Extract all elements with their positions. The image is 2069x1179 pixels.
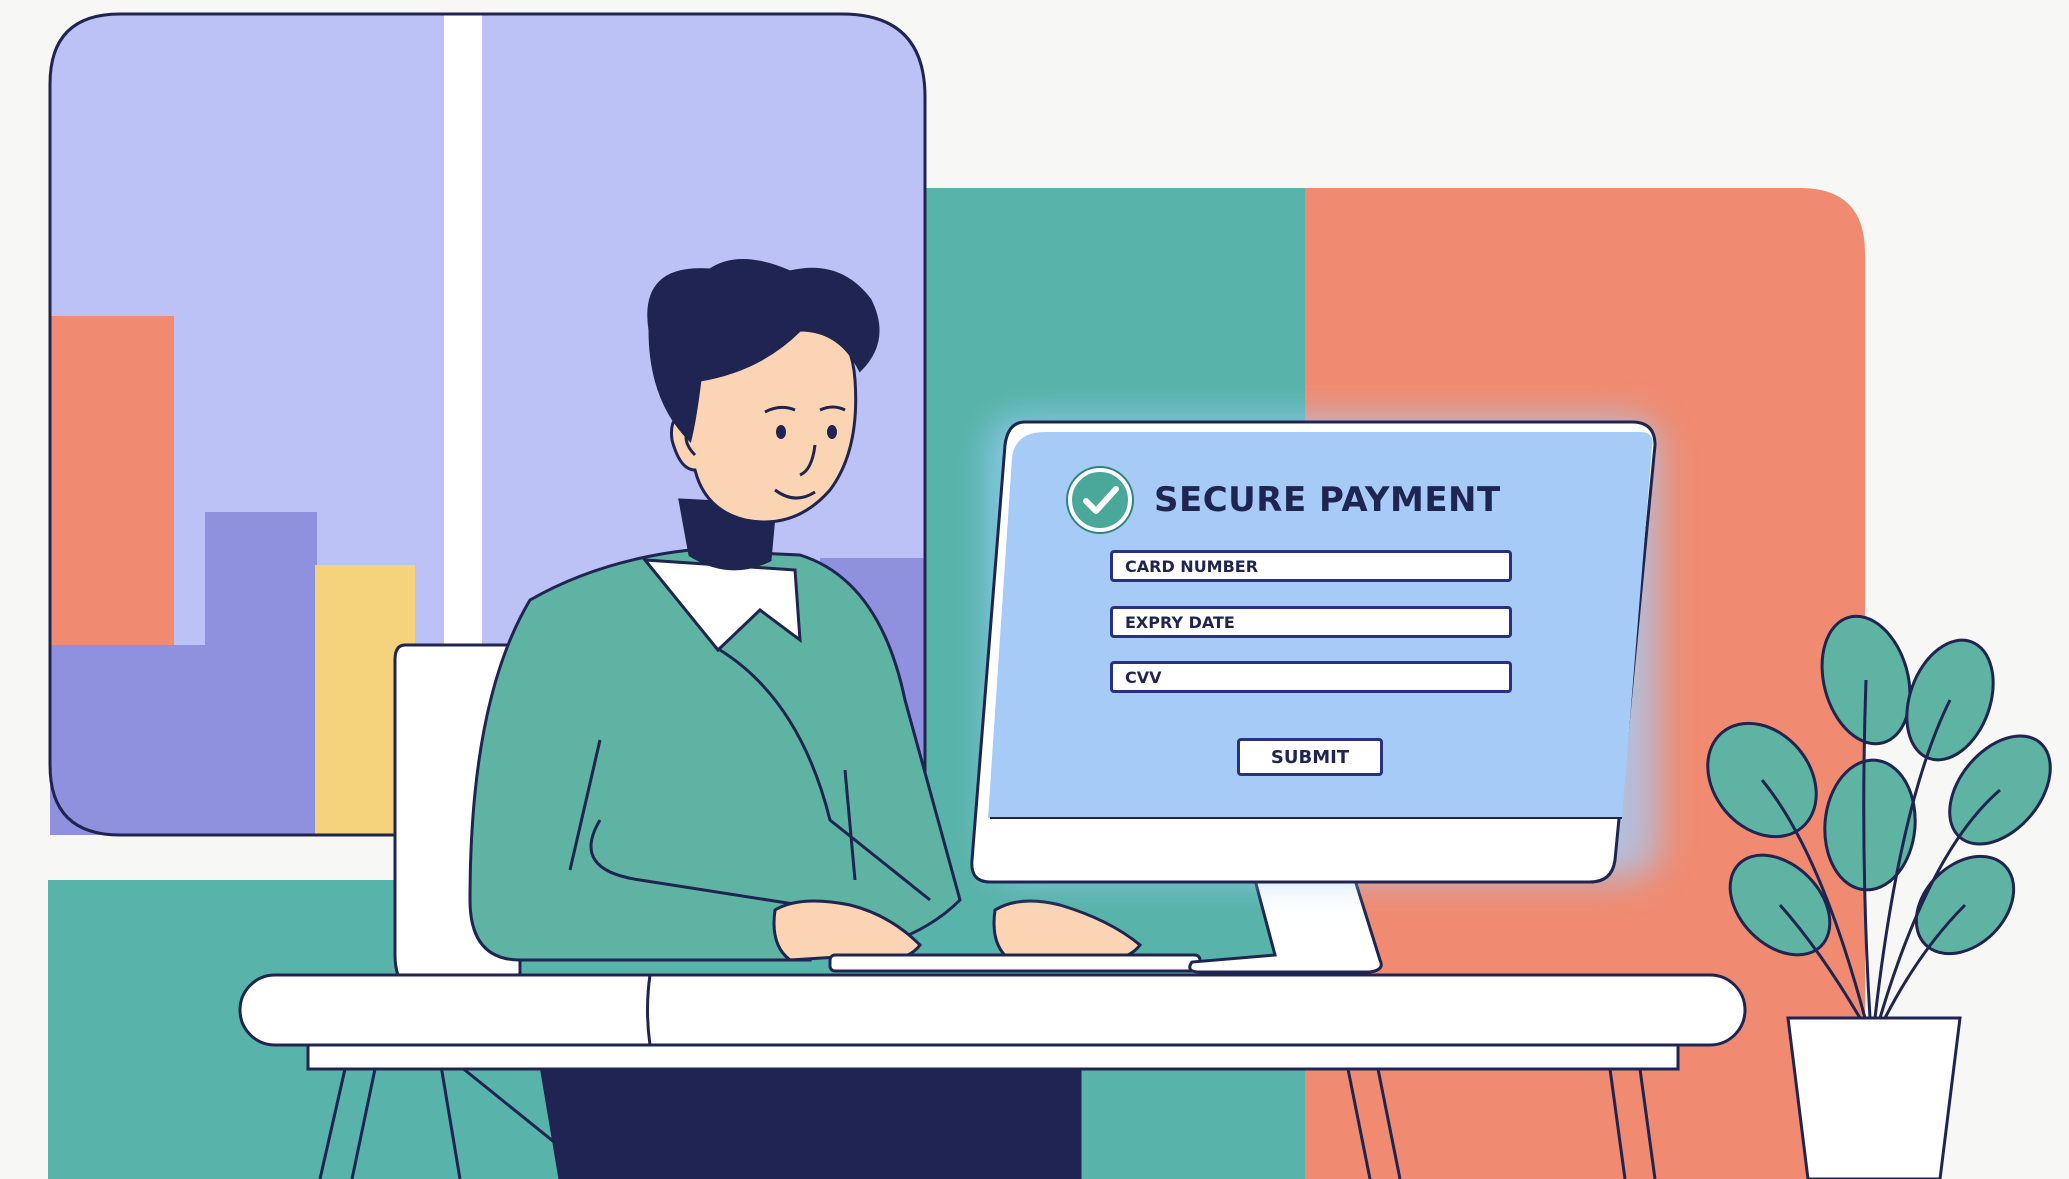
expiry-date-input[interactable] [1110,606,1512,638]
checkmark-icon [1083,486,1119,514]
submit-button[interactable]: SUBMIT [1237,738,1383,776]
payment-title: SECURE PAYMENT [1154,480,1501,520]
eye-left [776,425,786,439]
check-circle-icon [1068,468,1132,532]
card-number-input[interactable] [1110,550,1512,582]
eye-right [827,425,837,439]
payment-header: SECURE PAYMENT [1068,468,1501,532]
payment-screen: SECURE PAYMENT SUBMIT [1000,432,1640,812]
building-periwinkle-tall [205,512,317,835]
cvv-input[interactable] [1110,661,1512,693]
keyboard [828,953,1202,973]
illustration-scene: SECURE PAYMENT SUBMIT [0,0,2069,1179]
